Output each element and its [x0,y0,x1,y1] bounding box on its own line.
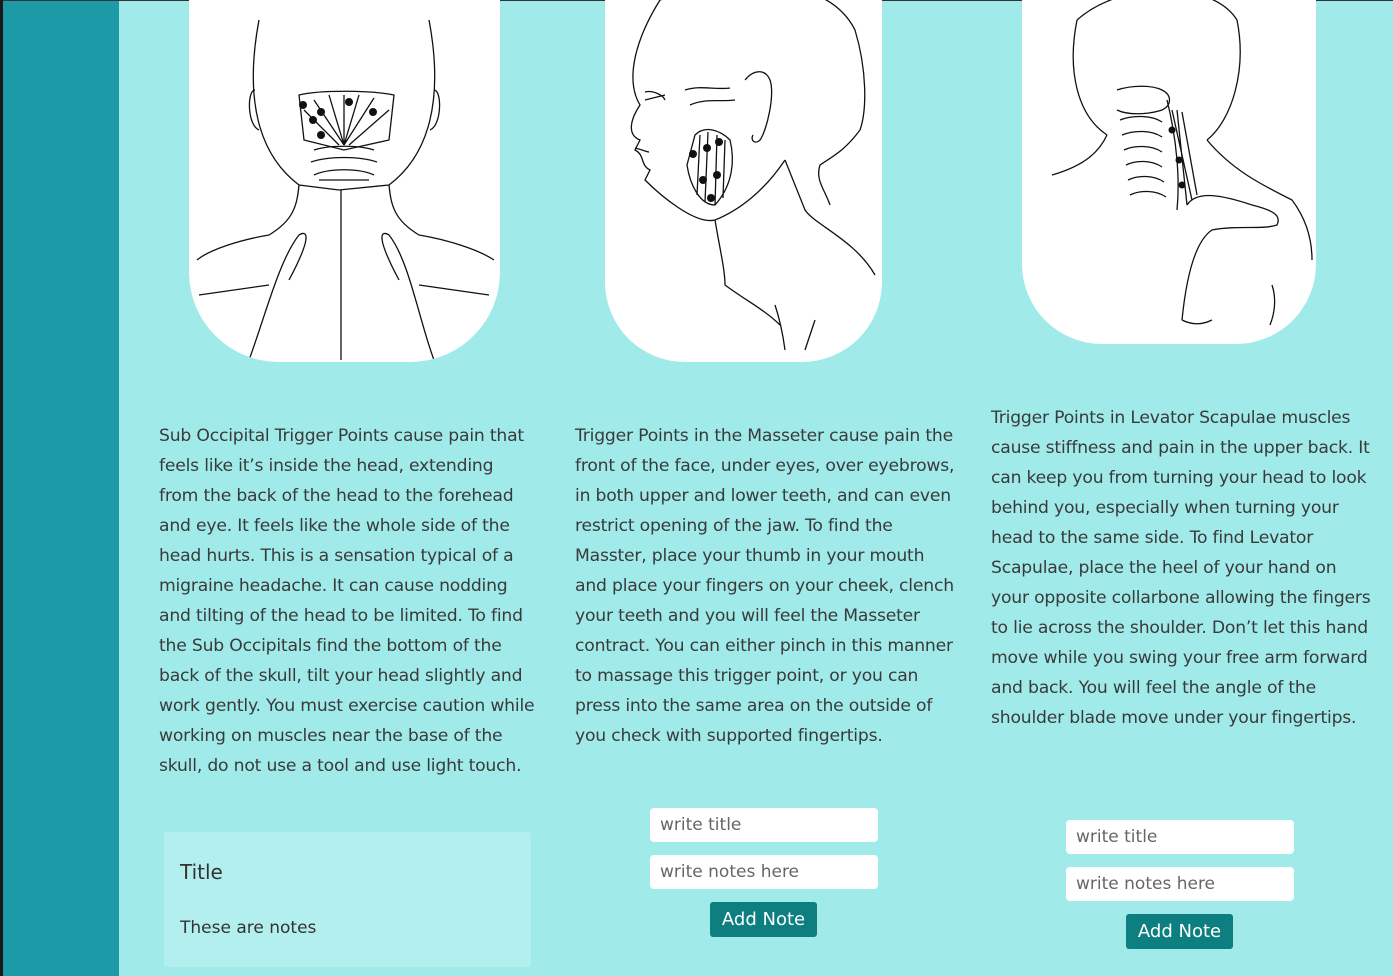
suboccipital-description: Sub Occipital Trigger Points cause pain … [159,426,535,776]
sidebar [3,1,119,976]
note-body-input[interactable] [650,855,878,889]
levator-scapulae-description: Trigger Points in Levator Scapulae muscl… [991,408,1371,728]
add-note-button[interactable]: Add Note [710,902,817,937]
suboccipital-neck-back-icon [189,0,500,362]
note-body-input[interactable] [1066,867,1294,901]
saved-note-card[interactable]: Title These are notes [164,832,531,967]
note-title-input[interactable] [650,808,878,842]
masseter-face-side-icon [605,0,882,362]
note-body: These are notes [180,918,317,938]
add-note-button[interactable]: Add Note [1126,914,1233,949]
levator-scapulae-back-icon [1022,0,1316,344]
masseter-description: Trigger Points in the Masseter cause pai… [575,426,955,746]
note-title: Title [180,860,223,884]
note-title-input[interactable] [1066,820,1294,854]
